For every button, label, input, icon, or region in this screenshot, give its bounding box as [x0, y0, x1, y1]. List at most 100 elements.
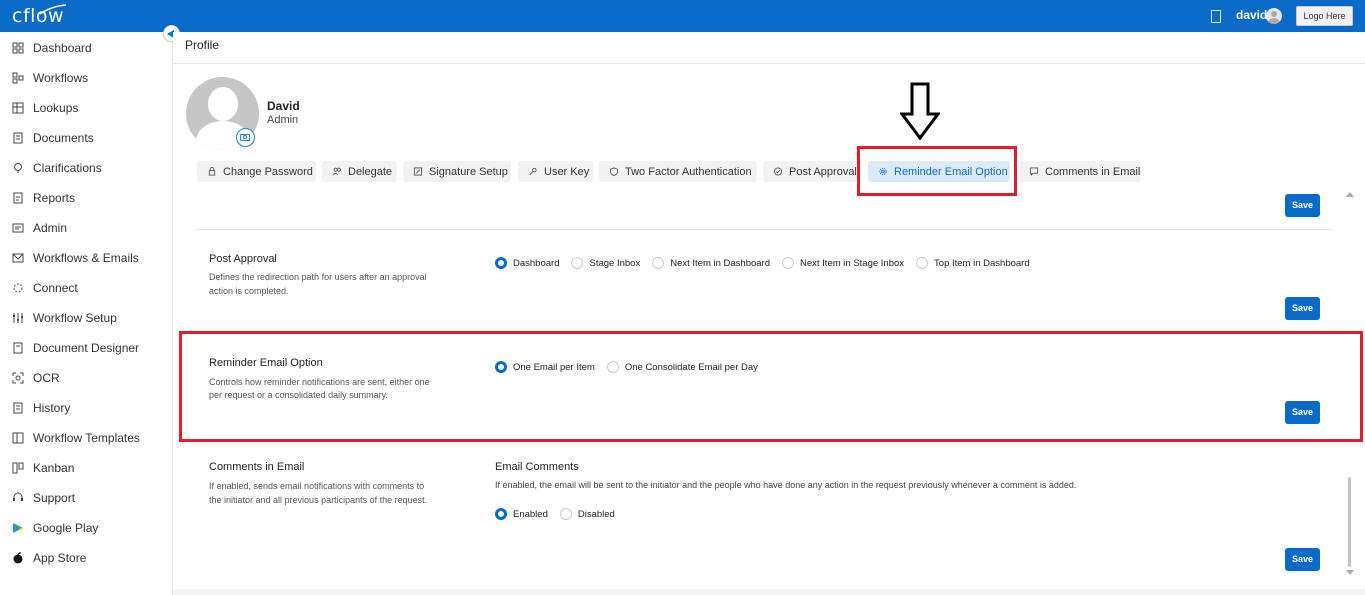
radio-option[interactable]: Dashboard	[495, 257, 571, 269]
radio-option[interactable]: Stage Inbox	[571, 257, 652, 269]
sidebar-item-ocr[interactable]: OCR	[0, 364, 172, 392]
sidebar-item-label: Google Play	[33, 521, 99, 535]
sidebar-item-documents[interactable]: Documents	[0, 124, 172, 152]
sidebar-item-label: Document Designer	[33, 341, 140, 355]
email-comments-options: Enabled Disabled	[495, 508, 627, 520]
documents-icon	[13, 132, 23, 144]
sidebar-item-workflows-emails[interactable]: Workflows & Emails	[0, 244, 172, 272]
radio-option[interactable]: Next Item in Stage Inbox	[782, 257, 916, 269]
sidebar-item-label: Reports	[33, 191, 76, 205]
radio-label: Disabled	[577, 508, 615, 520]
post-approval-description: Defines the redirection path for users a…	[209, 272, 427, 282]
scroll-up-icon[interactable]	[1346, 192, 1354, 197]
document-icon[interactable]	[1211, 10, 1221, 23]
apple-icon	[13, 552, 23, 564]
camera-icon[interactable]	[236, 128, 255, 147]
radio-button[interactable]	[782, 257, 794, 269]
reports-icon	[13, 192, 23, 204]
tab-post-approval[interactable]: Post Approval	[763, 161, 859, 182]
save-button[interactable]: Save	[1285, 194, 1320, 217]
radio-button[interactable]	[495, 508, 507, 520]
radio-button[interactable]	[559, 508, 572, 520]
scrollbar[interactable]	[1345, 192, 1355, 577]
sidebar-item-google-play[interactable]: Google Play	[0, 514, 172, 542]
email-comments-description: If enabled, the email will be sent to th…	[495, 480, 1077, 490]
page-title: Profile	[185, 38, 220, 52]
radio-button[interactable]	[495, 361, 507, 373]
tab-label: Comments in Email	[1045, 165, 1141, 178]
sidebar-item-document-designer[interactable]: Document Designer	[0, 334, 172, 362]
comment-icon	[1029, 167, 1039, 176]
dashboard-icon	[12, 42, 24, 54]
workflows-icon	[12, 72, 24, 84]
radio-button[interactable]	[916, 257, 929, 269]
radio-label: Dashboard	[513, 257, 560, 269]
radio-button[interactable]	[495, 257, 507, 269]
sidebar-item-reports[interactable]: Reports	[0, 184, 172, 212]
radio-option[interactable]: Top Item in Dashboard	[916, 257, 1042, 269]
templates-icon	[12, 432, 24, 444]
sidebar-item-dashboard[interactable]: Dashboard	[0, 34, 172, 62]
sidebar-item-lookups[interactable]: Lookups	[0, 94, 172, 122]
top-bar: cflow david Logo Here	[0, 0, 1365, 32]
shield-icon	[609, 167, 619, 176]
sidebar-item-workflow-setup[interactable]: Workflow Setup	[0, 304, 172, 332]
tab-change-password[interactable]: Change Password	[197, 161, 316, 182]
tab-comments-in-email[interactable]: Comments in Email	[1019, 161, 1141, 182]
kanban-icon	[12, 462, 24, 474]
radio-option[interactable]: One Email per Item	[495, 361, 607, 373]
support-icon	[13, 492, 23, 501]
sidebar-item-workflows[interactable]: Workflows	[0, 64, 172, 92]
sidebar-item-admin[interactable]: Admin	[0, 214, 172, 242]
users-icon	[333, 167, 341, 176]
radio-option[interactable]: Next Item in Dashboard	[652, 257, 782, 269]
radio-label: Top Item in Dashboard	[934, 257, 1030, 269]
tab-delegate[interactable]: Delegate	[322, 161, 397, 182]
radio-option[interactable]: Enabled	[495, 508, 560, 520]
post-approval-title: Post Approval	[209, 253, 277, 265]
sidebar-item-clarifications[interactable]: Clarifications	[0, 154, 172, 182]
radio-button[interactable]	[606, 361, 619, 373]
arrow-down-icon	[900, 82, 940, 141]
footer-strip	[173, 589, 1365, 595]
logo-swoosh-icon	[39, 4, 67, 15]
section-divider	[196, 229, 1332, 230]
radio-button[interactable]	[652, 257, 665, 269]
post-approval-description: action is completed.	[209, 286, 289, 296]
avatar[interactable]	[1266, 8, 1282, 24]
sidebar-item-support[interactable]: Support	[0, 484, 172, 512]
scroll-down-icon[interactable]	[1346, 570, 1354, 575]
radio-label: Stage Inbox	[589, 257, 641, 269]
save-button[interactable]: Save	[1285, 297, 1320, 320]
sidebar-item-label: Workflow Templates	[33, 431, 140, 445]
sidebar-item-app-store[interactable]: App Store	[0, 544, 172, 572]
radio-button[interactable]	[571, 257, 584, 269]
tab-two-factor-authentication[interactable]: Two Factor Authentication	[599, 161, 757, 182]
radio-label: Enabled	[513, 508, 548, 520]
comments-email-title: Comments in Email	[209, 461, 305, 473]
user-name[interactable]: david	[1236, 8, 1267, 22]
post-approval-options: Dashboard Stage Inbox Next Item in Dashb…	[495, 257, 1042, 269]
sidebar-item-label: Lookups	[33, 101, 79, 115]
sidebar-item-label: Support	[33, 491, 76, 505]
tab-signature-setup[interactable]: Signature Setup	[403, 161, 511, 182]
save-button[interactable]: Save	[1285, 548, 1320, 571]
sidebar-item-workflow-templates[interactable]: Workflow Templates	[0, 424, 172, 452]
tab-label: Change Password	[223, 165, 313, 178]
logo-here-button[interactable]: Logo Here	[1296, 6, 1353, 26]
radio-option[interactable]: One Consolidate Email per Day	[606, 361, 770, 373]
sidebar-item-label: Workflows	[33, 71, 89, 85]
main-content: David Admin Change Password Delegate Sig…	[173, 64, 1365, 595]
sidebar-item-label: Documents	[33, 131, 94, 145]
tab-user-key[interactable]: User Key	[518, 161, 593, 182]
radio-option[interactable]: Disabled	[559, 508, 627, 520]
save-button[interactable]: Save	[1285, 401, 1320, 424]
signature-icon	[413, 167, 423, 176]
scrollbar-thumb[interactable]	[1348, 477, 1351, 567]
radio-label: Next Item in Dashboard	[670, 257, 770, 269]
radio-label: Next Item in Stage Inbox	[800, 257, 905, 269]
sidebar-item-kanban[interactable]: Kanban	[0, 454, 172, 482]
sidebar-item-history[interactable]: History	[0, 394, 172, 422]
sidebar-item-connect[interactable]: Connect	[0, 274, 172, 302]
sidebar: Dashboard Workflows Lookups Documents Cl…	[0, 32, 173, 595]
